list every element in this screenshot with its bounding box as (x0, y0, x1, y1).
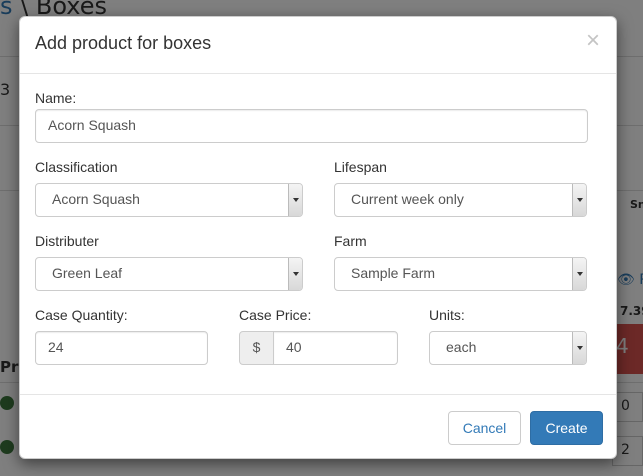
modal-header: Add product for boxes × (20, 17, 616, 74)
name-input[interactable]: Acorn Squash (35, 109, 588, 143)
classification-value: Acorn Squash (52, 191, 140, 207)
lifespan-select[interactable]: Current week only (334, 183, 587, 217)
case-quantity-input[interactable]: 24 (35, 331, 208, 365)
distributer-select[interactable]: Green Leaf (35, 257, 303, 291)
classification-label: Classification (35, 159, 118, 175)
currency-addon: $ (239, 331, 274, 365)
case-price-input[interactable]: 40 (273, 331, 398, 365)
classification-select[interactable]: Acorn Squash (35, 183, 303, 217)
distributer-value: Green Leaf (52, 265, 123, 281)
cancel-button[interactable]: Cancel (448, 411, 521, 445)
lifespan-label: Lifespan (334, 159, 387, 175)
chevron-down-icon (572, 258, 586, 290)
name-label: Name: (35, 90, 77, 106)
farm-label: Farm (334, 233, 367, 249)
case-price-label: Case Price: (239, 307, 312, 323)
units-label: Units: (429, 307, 465, 323)
modal-title: Add product for boxes (35, 33, 212, 53)
chevron-down-icon (288, 258, 302, 290)
add-product-modal: Add product for boxes × Name: Acorn Squa… (19, 16, 617, 459)
chevron-down-icon (572, 184, 586, 216)
case-quantity-label: Case Quantity: (35, 307, 128, 323)
modal-footer: Cancel Create (20, 394, 616, 458)
farm-select[interactable]: Sample Farm (334, 257, 587, 291)
distributer-label: Distributer (35, 233, 99, 249)
units-select[interactable]: each (429, 331, 587, 365)
lifespan-value: Current week only (351, 191, 464, 207)
close-icon[interactable]: × (586, 27, 600, 55)
create-button[interactable]: Create (530, 411, 603, 445)
chevron-down-icon (572, 332, 586, 364)
units-value: each (446, 339, 477, 355)
farm-value: Sample Farm (351, 265, 436, 281)
chevron-down-icon (288, 184, 302, 216)
